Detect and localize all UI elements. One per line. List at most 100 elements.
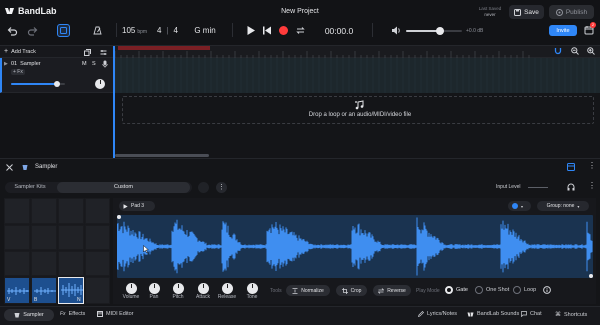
pitch-knob[interactable]: Pitch	[166, 283, 190, 300]
footer-lyrics-button[interactable]: Lyrics/Notes	[418, 311, 457, 317]
footer-sounds-button[interactable]: BandLab Sounds	[467, 311, 519, 317]
pad-v[interactable]: V	[4, 277, 30, 304]
pad[interactable]	[4, 251, 30, 276]
undo-button[interactable]	[6, 25, 18, 37]
knob[interactable]	[246, 283, 258, 294]
add-track-button[interactable]: + Add Track	[4, 48, 36, 55]
track-name[interactable]: 01 Sampler	[11, 61, 41, 67]
footer-tab-midi-editor[interactable]: MIDI Editor	[97, 311, 134, 317]
metronome-ruler-icon[interactable]	[554, 47, 562, 55]
mouse-cursor	[143, 245, 149, 253]
info-icon[interactable]	[543, 286, 551, 294]
loop-button[interactable]	[295, 25, 306, 36]
radio-selected[interactable]	[445, 286, 453, 294]
pad[interactable]	[31, 198, 57, 224]
pad[interactable]	[4, 225, 30, 250]
radio[interactable]	[513, 286, 521, 294]
play-mode-one-shot[interactable]: One Shot	[475, 286, 509, 294]
normalize-button[interactable]: Normalize	[286, 285, 330, 296]
close-icon	[6, 164, 13, 171]
pad-color-picker[interactable]: ▾	[508, 201, 531, 211]
release-knob[interactable]: Release	[215, 283, 239, 300]
key-display[interactable]: G min	[190, 26, 220, 35]
pad[interactable]	[85, 198, 110, 224]
master-volume-thumb[interactable]	[436, 27, 444, 35]
end-marker[interactable]	[589, 274, 593, 278]
knob[interactable]	[125, 283, 137, 294]
attack-knob[interactable]: Attack	[191, 283, 215, 300]
headphones-icon[interactable]	[567, 183, 575, 191]
pad[interactable]	[58, 225, 84, 250]
custom-more-button[interactable]: ⋮	[216, 182, 227, 193]
publish-button[interactable]: Publish	[549, 5, 594, 19]
pad[interactable]	[85, 225, 110, 250]
close-panel-button[interactable]	[6, 164, 13, 171]
record-sample-button[interactable]	[198, 182, 209, 193]
start-marker[interactable]	[117, 215, 121, 219]
track-mic-icon[interactable]	[102, 60, 108, 68]
waveform	[117, 217, 593, 276]
input-more-button[interactable]: ⋮	[588, 182, 596, 190]
sampler-more-button[interactable]: ⋮	[588, 162, 596, 170]
footer-tab-sampler[interactable]: Sampler	[4, 309, 54, 321]
music-note-icon	[354, 100, 364, 110]
track-pan-knob[interactable]	[95, 79, 105, 89]
group-select[interactable]: Group: none ▾	[537, 201, 589, 211]
mute-button[interactable]: M	[82, 61, 87, 67]
mixer-toggle-button[interactable]	[57, 24, 70, 37]
zoom-out-button[interactable]	[571, 47, 579, 55]
metronome-button[interactable]	[90, 24, 104, 37]
track-fx-button[interactable]: + Fx	[11, 69, 25, 75]
pad[interactable]	[58, 251, 84, 276]
tempo-display[interactable]: 105 bpm	[122, 26, 147, 35]
tab-sampler-kits[interactable]: Sampler Kits	[5, 184, 55, 190]
zoom-in-button[interactable]	[587, 47, 595, 55]
knob[interactable]	[148, 283, 160, 294]
logo[interactable]: BandLab	[4, 6, 57, 16]
horizontal-scrollbar[interactable]	[115, 154, 209, 157]
play-button[interactable]	[246, 25, 256, 36]
pad-b[interactable]: B	[31, 277, 57, 304]
crop-button[interactable]: Crop	[336, 285, 367, 296]
pan-knob[interactable]: Pan	[142, 283, 166, 300]
track-collapse-icon[interactable]: ▶	[4, 61, 8, 67]
pad[interactable]	[85, 251, 110, 276]
track-volume-thumb[interactable]	[54, 81, 60, 87]
pad-n-selected[interactable]: N	[58, 277, 84, 304]
knob[interactable]	[172, 283, 184, 294]
sampler-view-toggle[interactable]	[567, 163, 575, 171]
footer-tab-effects[interactable]: Fx Effects	[60, 311, 85, 317]
invite-button[interactable]: Invite	[549, 25, 577, 36]
pad[interactable]	[31, 225, 57, 250]
time-signature[interactable]: 4 | 4	[157, 26, 178, 35]
redo-button[interactable]	[27, 25, 39, 37]
pad[interactable]	[85, 277, 110, 304]
save-button[interactable]: Save	[509, 5, 544, 19]
calendar-button[interactable]: 2	[584, 22, 596, 36]
loop-region[interactable]	[118, 46, 210, 50]
pad[interactable]	[31, 251, 57, 276]
tone-knob[interactable]: Tone	[240, 283, 264, 300]
waveform-display[interactable]	[117, 215, 593, 278]
play-mode-loop[interactable]: Loop	[513, 286, 536, 294]
radio[interactable]	[475, 286, 483, 294]
reverse-button[interactable]: Reverse	[373, 285, 411, 296]
pad[interactable]	[4, 198, 30, 224]
redo-icon	[27, 27, 38, 36]
master-volume-slider[interactable]	[406, 27, 462, 35]
duplicate-track-button[interactable]	[83, 48, 92, 56]
track-volume-slider[interactable]	[11, 81, 65, 87]
project-title[interactable]: New Project	[270, 8, 330, 15]
pad[interactable]	[58, 198, 84, 224]
footer-chat-button[interactable]: Chat	[521, 311, 542, 317]
play-mode-gate[interactable]: Gate	[445, 286, 468, 294]
pad-play-button[interactable]: Pad 3	[119, 201, 155, 211]
footer-shortcuts-button[interactable]: ⌘ Shortcuts	[555, 311, 587, 319]
record-button[interactable]	[279, 26, 288, 35]
knob[interactable]	[197, 283, 209, 294]
volume-knob[interactable]: Volume	[119, 283, 143, 300]
knob[interactable]	[221, 283, 233, 294]
track-settings-button[interactable]	[99, 48, 108, 56]
return-to-start-button[interactable]	[262, 25, 272, 36]
solo-button[interactable]: S	[92, 61, 96, 67]
